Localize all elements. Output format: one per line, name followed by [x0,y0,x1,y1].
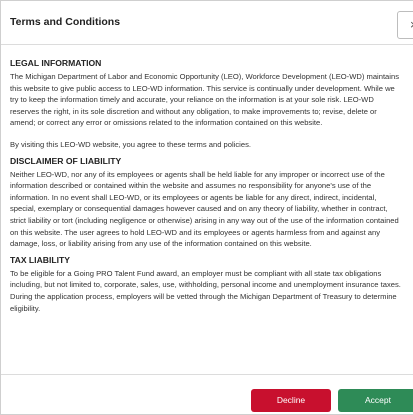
modal-footer: Decline Accept [1,374,413,414]
legal-information-text: The Michigan Department of Labor and Eco… [10,72,399,128]
legal-information-heading: LEGAL INFORMATION [10,58,102,68]
tax-liability-text: To be eligible for a Going PRO Talent Fu… [10,268,401,313]
close-button[interactable]: × [397,11,413,39]
accept-button[interactable]: Accept [338,389,413,412]
modal-title: Terms and Conditions [10,16,121,28]
tax-liability-heading: TAX LIABILITY [10,254,70,265]
decline-button[interactable]: Decline [251,389,331,412]
disclaimer-text: Neither LEO-WD, nor any of its employees… [10,169,399,249]
disclaimer-heading: DISCLAIMER OF LIABILITY [10,155,122,166]
agreement-text: By visiting this LEO-WD website, you agr… [10,139,251,149]
terms-modal: Terms and Conditions × LEGAL INFORMATION… [0,0,413,415]
modal-body: LEGAL INFORMATION The Michigan Departmen… [10,57,404,314]
modal-header: Terms and Conditions × [1,1,413,45]
